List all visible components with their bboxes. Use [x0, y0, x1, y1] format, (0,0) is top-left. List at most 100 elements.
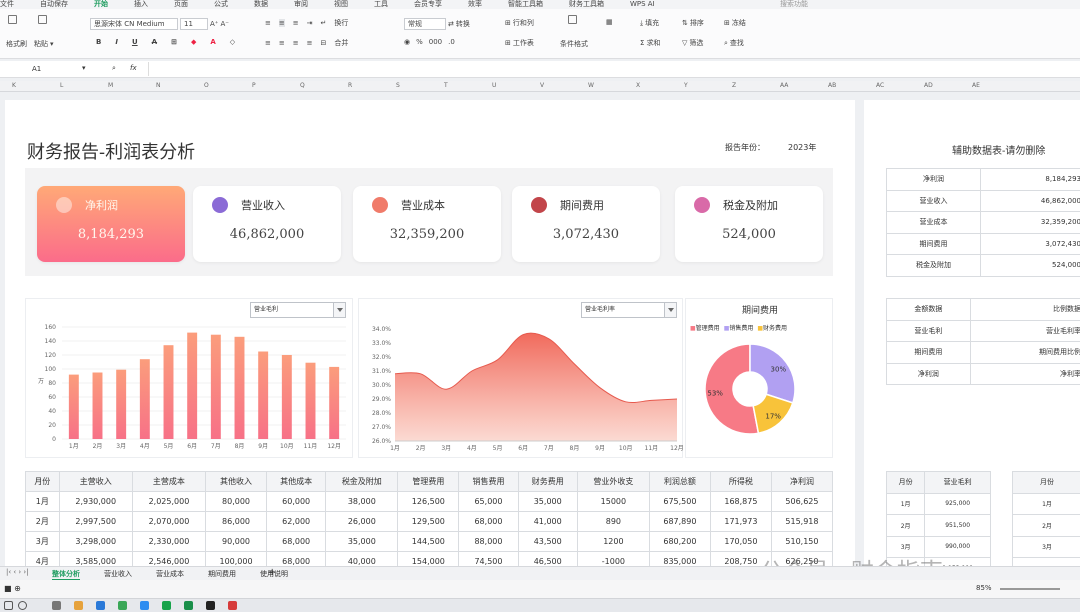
table-cell[interactable]: 2,070,000: [131, 511, 207, 532]
table-cell[interactable]: 41,000: [517, 511, 578, 532]
font-name-select[interactable]: 思源宋体 CN Medium: [90, 18, 178, 30]
fill-button[interactable]: 填充: [645, 18, 659, 28]
column-header[interactable]: Q: [300, 82, 305, 89]
table-cell[interactable]: 32,359,200: [980, 211, 1080, 234]
percent-icon[interactable]: %: [416, 38, 423, 46]
table-cell[interactable]: 680,200: [648, 531, 711, 552]
font-color-icon[interactable]: A: [210, 38, 215, 46]
search-icon[interactable]: [18, 601, 27, 610]
align-left-icon[interactable]: ≡: [265, 39, 271, 47]
pie-slice[interactable]: [749, 343, 796, 404]
table-cell[interactable]: 35,000: [517, 491, 578, 512]
menu-item[interactable]: 插入: [134, 0, 148, 9]
indent-icon[interactable]: ⇥: [307, 19, 313, 27]
menu-item[interactable]: 页面: [174, 0, 188, 9]
margin-metric-select[interactable]: 营业毛利率: [581, 302, 677, 318]
strikethrough-button[interactable]: A: [152, 38, 157, 46]
table-cell[interactable]: 88,000: [458, 531, 519, 552]
column-header[interactable]: P: [252, 82, 256, 89]
menu-item[interactable]: 文件: [0, 0, 14, 9]
wps-icon[interactable]: [228, 601, 237, 610]
find-icon[interactable]: ⌕: [724, 39, 728, 48]
table-cell[interactable]: 126,500: [397, 491, 460, 512]
table-cell[interactable]: 营业成本: [885, 211, 982, 234]
convert-icon[interactable]: ⇄: [448, 20, 454, 28]
table-cell[interactable]: 62,000: [266, 511, 327, 532]
table-cell[interactable]: 1月: [1012, 492, 1080, 515]
wechat-icon[interactable]: [162, 601, 171, 610]
zoom-icon[interactable]: ⌕: [112, 64, 116, 73]
cond-format-button[interactable]: 条件格式: [560, 39, 588, 49]
taskview-icon[interactable]: [52, 601, 61, 610]
chevron-down-icon[interactable]: [664, 303, 676, 317]
fx-icon[interactable]: fx: [130, 64, 137, 72]
bar[interactable]: [68, 374, 79, 439]
table-cell[interactable]: 65,000: [458, 491, 519, 512]
decimal-icon[interactable]: .0: [448, 38, 455, 46]
cond-format-icon[interactable]: [568, 15, 577, 24]
menu-item[interactable]: 效率: [468, 0, 482, 9]
wrap-icon[interactable]: ↵: [321, 19, 327, 27]
sum-icon[interactable]: Σ: [640, 39, 644, 47]
worksheet-icon[interactable]: ⊞: [505, 39, 511, 47]
table-cell[interactable]: 2,546,000: [131, 551, 207, 566]
table-cell[interactable]: 营业毛利: [886, 319, 971, 342]
worksheet-button[interactable]: 工作表: [513, 38, 534, 48]
table-cell[interactable]: 100,000: [205, 551, 268, 566]
add-sheet-icon[interactable]: +: [268, 567, 276, 578]
number-format-select[interactable]: 常规: [404, 18, 446, 30]
bar[interactable]: [281, 355, 292, 439]
font-grow-icon[interactable]: A⁺: [210, 20, 218, 28]
bar[interactable]: [234, 336, 245, 439]
table-cell[interactable]: 营业收入: [885, 189, 982, 212]
table-cell[interactable]: 2,930,000: [58, 491, 133, 512]
italic-button[interactable]: I: [115, 38, 118, 46]
table-cell[interactable]: 营业毛利率: [969, 319, 1080, 342]
column-header[interactable]: O: [204, 82, 209, 89]
bar[interactable]: [210, 334, 221, 439]
table-cell[interactable]: 15000: [576, 491, 650, 512]
menu-item[interactable]: 智能工具箱: [508, 0, 543, 9]
paste-button[interactable]: [38, 15, 47, 24]
menu-item[interactable]: 视图: [334, 0, 348, 9]
table-cell[interactable]: 金额数据: [886, 298, 971, 321]
table-cell[interactable]: 510,150: [770, 531, 834, 552]
find-button[interactable]: 查找: [730, 38, 744, 48]
underline-button[interactable]: U: [132, 38, 138, 46]
border-icon[interactable]: ⊞: [171, 38, 177, 46]
table-cell[interactable]: 3月: [1012, 535, 1080, 558]
table-cell[interactable]: 2,997,500: [58, 511, 133, 532]
table-cell[interactable]: 687,890: [648, 511, 711, 532]
bold-button[interactable]: B: [96, 38, 101, 46]
app-icon[interactable]: [140, 601, 149, 610]
column-header[interactable]: R: [348, 82, 352, 89]
align-middle-icon[interactable]: ≡: [278, 19, 285, 27]
table-cell[interactable]: 26,000: [325, 511, 399, 532]
table-cell[interactable]: 期间费用: [886, 341, 971, 364]
table-cell[interactable]: 8,184,293: [980, 168, 1080, 191]
filter-icon[interactable]: ▽: [682, 39, 687, 47]
table-cell[interactable]: 2,330,000: [131, 531, 207, 552]
align-bottom-icon[interactable]: ≡: [293, 19, 299, 27]
font-shrink-icon[interactable]: A⁻: [220, 20, 228, 28]
table-cell[interactable]: 68,000: [266, 531, 327, 552]
freeze-button[interactable]: 冻结: [732, 18, 746, 28]
table-cell[interactable]: 154,000: [397, 551, 460, 566]
table-cell[interactable]: 3,298,000: [58, 531, 133, 552]
chrome-icon[interactable]: [74, 601, 83, 610]
rows-cols-icon[interactable]: ⊞: [505, 19, 511, 27]
table-cell[interactable]: 144,500: [397, 531, 460, 552]
table-cell[interactable]: 68,000: [458, 511, 519, 532]
table-cell[interactable]: 168,875: [709, 491, 772, 512]
windows-icon[interactable]: [4, 601, 13, 610]
sort-button[interactable]: 排序: [690, 18, 704, 28]
column-header[interactable]: Z: [732, 82, 736, 89]
zoom-level[interactable]: 85%: [976, 584, 992, 592]
column-header[interactable]: AC: [876, 82, 884, 89]
column-header[interactable]: AD: [924, 82, 933, 89]
fill-color-icon[interactable]: ◆: [191, 38, 196, 46]
table-cell[interactable]: 税金及附加: [885, 254, 982, 277]
column-header[interactable]: V: [540, 82, 544, 89]
bar[interactable]: [187, 332, 198, 439]
table-cell[interactable]: 4月: [1012, 557, 1080, 566]
